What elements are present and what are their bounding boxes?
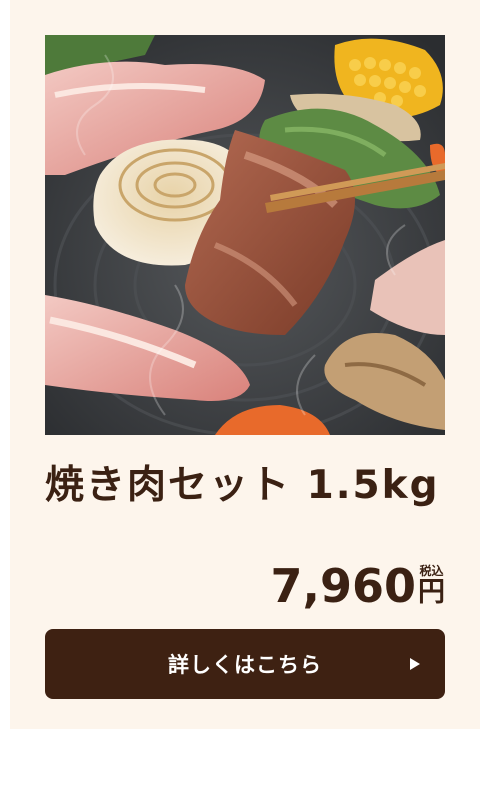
yakiniku-photo [45, 35, 445, 435]
details-button[interactable]: 詳しくはこちら [45, 629, 445, 699]
price-unit: 税込 円 [418, 564, 445, 608]
tax-label: 税込 [419, 564, 444, 578]
price-value: 7,960 [270, 559, 416, 613]
details-button-label: 詳しくはこちら [168, 653, 322, 677]
currency-label: 円 [418, 577, 445, 608]
triangle-right-icon [410, 658, 420, 670]
product-title: 焼き肉セット 1.5kg [45, 463, 440, 508]
price-display: 7,960 税込 円 [270, 556, 445, 612]
product-image[interactable] [45, 35, 445, 435]
